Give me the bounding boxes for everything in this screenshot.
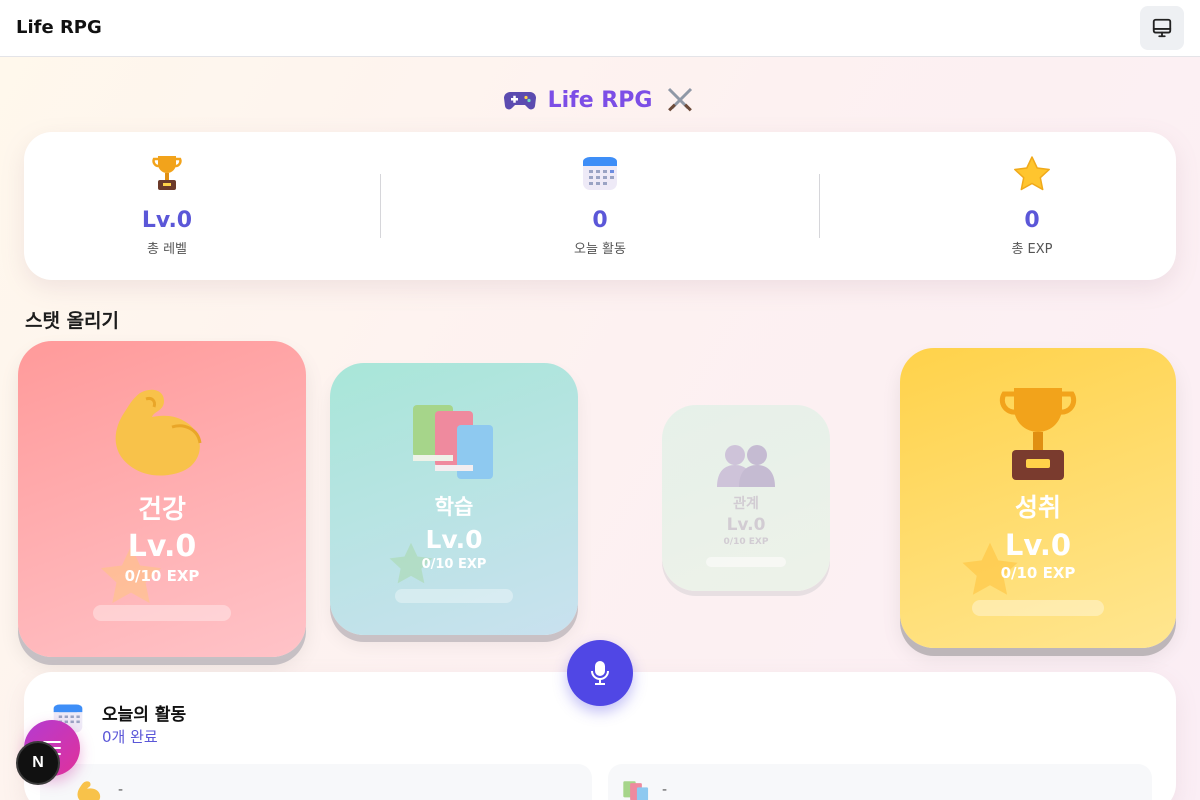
activity-title: 오늘의 활동	[102, 705, 187, 725]
stat-progress-bar	[93, 605, 231, 621]
activity-item-text: -	[662, 782, 668, 798]
stat-exp: 0/10 EXP	[421, 557, 487, 572]
section-title: 스탯 올리기	[25, 310, 120, 332]
microphone-icon	[591, 661, 609, 685]
summary-value: 0	[592, 208, 608, 233]
stat-name: 건강	[138, 495, 186, 525]
summary-divider	[819, 174, 820, 238]
stat-exp: 0/10 EXP	[124, 567, 200, 585]
star-icon	[1014, 156, 1050, 191]
stat-card-relation[interactable]: 관계 Lv.0 0/10 EXP	[662, 405, 830, 591]
flexed-biceps-icon	[77, 781, 101, 800]
summary-divider	[380, 174, 381, 238]
stat-name: 학습	[434, 495, 474, 519]
trophy-icon	[999, 388, 1077, 480]
summary-label: 총 레벨	[146, 242, 187, 257]
summary-today-activity: 0 오늘 활동	[454, 132, 746, 280]
summary-value: Lv.0	[141, 208, 193, 233]
stat-name: 관계	[733, 496, 759, 512]
top-bar: Life RPG	[0, 0, 1200, 57]
next-dev-badge[interactable]: N	[16, 741, 60, 785]
summary-card: Lv.0 총 레벨 0 오늘 활동 0 총 EXP	[24, 132, 1176, 280]
activity-item-health[interactable]: -	[40, 764, 592, 800]
stat-progress-bar	[395, 589, 513, 603]
stat-exp: 0/10 EXP	[1000, 564, 1076, 582]
trophy-icon	[152, 156, 182, 190]
stat-level: Lv.0	[127, 529, 197, 564]
summary-total-exp: 0 총 EXP	[886, 132, 1178, 280]
activity-item-text: -	[118, 782, 124, 798]
stat-name: 성취	[1014, 493, 1061, 522]
books-icon	[623, 781, 649, 800]
summary-value: 0	[1024, 208, 1040, 233]
stat-level: Lv.0	[425, 525, 483, 554]
voice-input-button[interactable]	[567, 640, 633, 706]
stat-card-study[interactable]: 학습 Lv.0 0/10 EXP	[330, 363, 578, 635]
stat-exp: 0/10 EXP	[723, 537, 769, 547]
stat-level: Lv.0	[1004, 528, 1072, 562]
display-toggle-button[interactable]	[1140, 6, 1184, 50]
crossed-swords-icon	[668, 87, 693, 112]
gamepad-icon	[503, 92, 536, 110]
stat-card-achieve[interactable]: 성취 Lv.0 0/10 EXP	[900, 348, 1176, 648]
flexed-biceps-icon	[115, 389, 202, 476]
activity-count: 0개 완료	[102, 728, 158, 746]
summary-total-level: Lv.0 총 레벨	[24, 132, 310, 280]
books-icon	[413, 405, 493, 479]
page-heading: Life RPG	[0, 84, 1200, 116]
people-icon	[717, 445, 775, 487]
summary-label: 오늘 활동	[574, 242, 626, 257]
stat-card-health[interactable]: 건강 Lv.0 0/10 EXP	[18, 341, 306, 657]
page-title: Life RPG	[547, 87, 653, 113]
stat-progress-bar	[972, 600, 1104, 616]
stat-progress-bar	[706, 557, 786, 567]
monitor-icon	[1152, 18, 1172, 38]
stat-level: Lv.0	[726, 515, 766, 535]
app-title[interactable]: Life RPG	[16, 17, 102, 38]
calendar-icon	[583, 157, 617, 190]
summary-label: 총 EXP	[1011, 242, 1053, 257]
activity-item-study[interactable]: -	[608, 764, 1152, 800]
